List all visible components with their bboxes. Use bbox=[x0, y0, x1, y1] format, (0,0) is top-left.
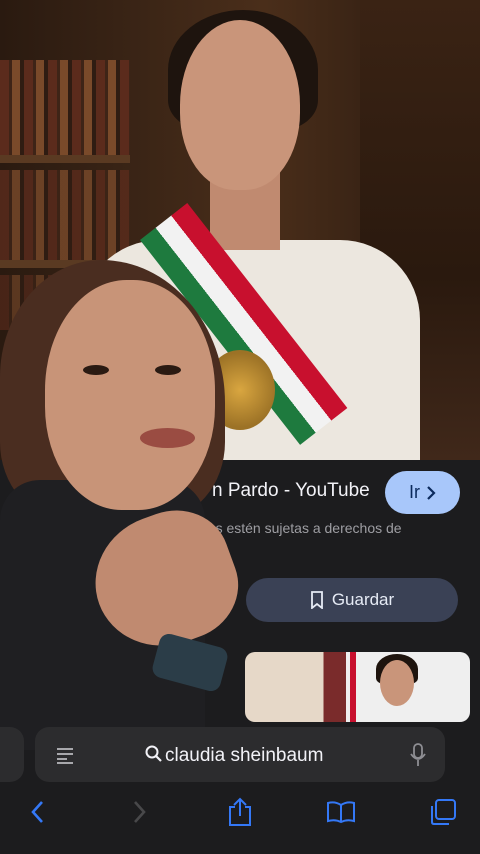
face bbox=[180, 20, 300, 190]
book-icon[interactable] bbox=[326, 797, 356, 827]
address-query[interactable]: claudia sheinbaum bbox=[165, 745, 323, 767]
share-icon[interactable] bbox=[225, 797, 255, 827]
bookmark-icon bbox=[310, 591, 324, 609]
search-icon bbox=[145, 745, 163, 763]
chevron-left-icon[interactable] bbox=[22, 797, 52, 827]
eye bbox=[155, 365, 181, 375]
save-button[interactable]: Guardar bbox=[246, 578, 458, 622]
tabs-icon[interactable] bbox=[428, 797, 458, 827]
chevron-right-icon bbox=[426, 485, 436, 500]
thumb-face bbox=[380, 660, 414, 706]
save-label: Guardar bbox=[331, 590, 395, 609]
related-image-thumbnail[interactable] bbox=[245, 652, 470, 722]
mic-icon[interactable] bbox=[410, 743, 426, 767]
video-overlay bbox=[0, 255, 254, 750]
flag-stripe bbox=[350, 652, 356, 722]
chevron-right-icon[interactable] bbox=[125, 797, 155, 827]
previous-tab-bar[interactable] bbox=[0, 727, 24, 782]
go-label: Ir bbox=[409, 482, 420, 502]
overlay-face bbox=[45, 280, 215, 510]
go-button[interactable]: Ir bbox=[385, 471, 460, 514]
mouth bbox=[140, 428, 195, 448]
eye bbox=[83, 365, 109, 375]
reader-icon[interactable] bbox=[55, 746, 75, 764]
